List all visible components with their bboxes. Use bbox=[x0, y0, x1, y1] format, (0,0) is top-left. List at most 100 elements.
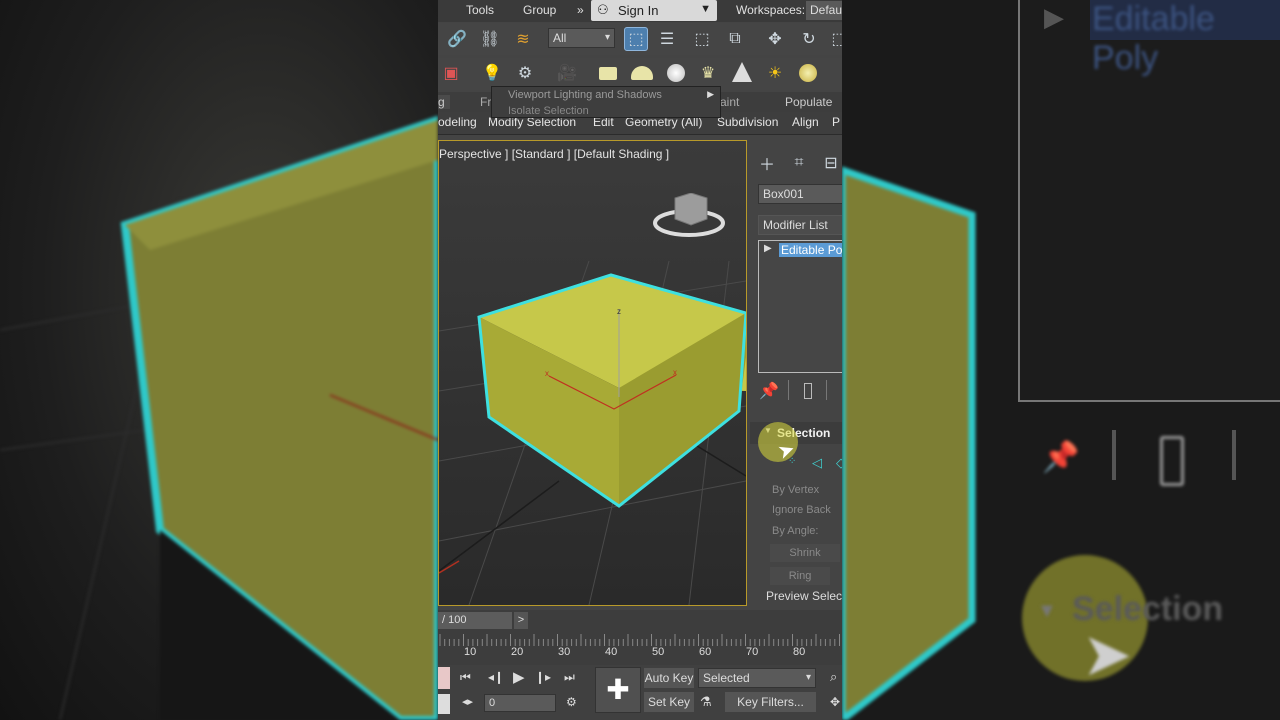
vertex-mode-icon[interactable]: ⁘ bbox=[788, 456, 796, 467]
workspaces-select[interactable]: Defau bbox=[806, 1, 842, 20]
create-tab-icon[interactable]: ＋ bbox=[756, 152, 778, 174]
panel-properties[interactable]: P bbox=[832, 115, 840, 129]
tick-label: 80 bbox=[793, 646, 806, 658]
object-name-field[interactable]: Box001 bbox=[758, 184, 842, 204]
tooltip-viewport-lighting[interactable]: Viewport Lighting and Shadows bbox=[508, 89, 662, 101]
go-to-start-icon[interactable]: ⏮ bbox=[460, 670, 471, 685]
time-slider[interactable]: / 100 bbox=[438, 612, 512, 629]
show-end-result-icon[interactable] bbox=[804, 383, 812, 399]
background-expand-icon: ▶ bbox=[1044, 2, 1064, 32]
render-setup-icon[interactable]: ⚙ bbox=[514, 62, 536, 84]
chevron-down-icon: ▼ bbox=[700, 3, 711, 15]
tab-modeling[interactable]: g bbox=[438, 95, 450, 109]
modifier-list-dropdown[interactable]: Modifier List bbox=[758, 215, 842, 235]
tick-label: 70 bbox=[746, 646, 759, 658]
border-mode-icon[interactable]: ◇ bbox=[836, 455, 842, 471]
set-keys-button[interactable]: ✚ bbox=[595, 667, 641, 713]
perspective-viewport[interactable]: Perspective ] [Standard ] [Default Shadi… bbox=[438, 140, 747, 606]
key-filters-icon[interactable]: ⚗ bbox=[700, 694, 712, 710]
background-cursor-icon: ➤ bbox=[1082, 621, 1133, 688]
pin-stack-icon[interactable]: 📌 bbox=[758, 380, 780, 402]
sign-in-label: Sign In bbox=[618, 3, 659, 18]
ring-button[interactable]: Ring bbox=[770, 567, 830, 585]
dome-light-icon[interactable] bbox=[631, 66, 653, 80]
tick-label: 50 bbox=[652, 646, 665, 658]
edge-mode-icon[interactable]: ◁ bbox=[812, 455, 822, 471]
shrink-button[interactable]: Shrink bbox=[770, 544, 840, 562]
rectangular-selection-icon[interactable]: ⬚ bbox=[691, 28, 713, 50]
tooltip-submenu: Viewport Lighting and Shadows ▶ Isolate … bbox=[491, 86, 721, 118]
previous-frame-icon[interactable]: ◂❙ bbox=[488, 670, 504, 684]
stack-item-editable-poly[interactable]: Editable Poly bbox=[779, 243, 842, 257]
time-slider-next-button[interactable]: > bbox=[514, 612, 528, 629]
set-key-button[interactable]: Set Key bbox=[644, 692, 694, 712]
select-object-icon[interactable]: ⬚ bbox=[624, 27, 648, 51]
tab-freeform[interactable]: Fr bbox=[480, 95, 491, 109]
background-box-zoom bbox=[0, 115, 438, 720]
background-stack-panel: ▶ Editable Poly bbox=[1018, 0, 1280, 402]
by-angle-checkbox[interactable]: By Angle: bbox=[772, 525, 818, 537]
user-icon: ⚇ bbox=[597, 2, 609, 17]
move-icon[interactable]: ✥ bbox=[764, 28, 786, 50]
hierarchy-tab-icon[interactable]: ⊟ bbox=[820, 152, 842, 174]
skylight-icon[interactable] bbox=[799, 64, 817, 82]
menu-group[interactable]: Group bbox=[523, 3, 556, 17]
tab-populate[interactable]: Populate bbox=[785, 95, 832, 109]
plane-light-icon[interactable] bbox=[599, 67, 617, 80]
app-window: Tools Group » ⚇ Sign In ▼ Workspaces: De… bbox=[438, 0, 842, 720]
scene-explorer-icon[interactable]: ▣ bbox=[440, 62, 462, 84]
key-mode-toggle-icon[interactable]: ◂▸ bbox=[462, 695, 473, 708]
key-set-dropdown[interactable]: Selected bbox=[698, 668, 816, 688]
light-lister-icon[interactable]: 💡 bbox=[481, 62, 503, 84]
svg-text:x: x bbox=[545, 369, 549, 378]
background-box-zoom-right bbox=[842, 0, 980, 720]
mini-listener[interactable] bbox=[438, 694, 450, 714]
sun-icon[interactable]: ☀ bbox=[764, 62, 786, 84]
tick-label: 10 bbox=[464, 646, 477, 658]
workspaces-label: Workspaces: bbox=[736, 3, 806, 17]
sphere-light-icon[interactable] bbox=[667, 64, 685, 82]
bind-spacewarp-icon[interactable]: ≋ bbox=[512, 28, 534, 50]
background-divider bbox=[1112, 430, 1116, 480]
window-crossing-icon[interactable]: ⧉ bbox=[724, 28, 746, 50]
animation-controls: ⏮ ◂❙ ▶ ❙▸ ⏭ ◂▸ 0 ⚙ ✚ Auto Key Set Key Se… bbox=[438, 665, 842, 720]
tick-label: 40 bbox=[605, 646, 618, 658]
select-by-name-icon[interactable]: ☰ bbox=[656, 28, 678, 50]
cone-light-icon[interactable] bbox=[732, 62, 752, 82]
zoom-icon[interactable]: ⌕ bbox=[830, 669, 837, 685]
sign-in-dropdown[interactable]: ⚇ Sign In ▼ bbox=[591, 0, 717, 21]
modify-tab-icon[interactable]: ⌗ bbox=[788, 152, 810, 174]
spot-light-icon[interactable]: ♛ bbox=[697, 62, 719, 84]
key-filters-button[interactable]: Key Filters... bbox=[725, 692, 816, 712]
rotate-icon[interactable]: ↻ bbox=[798, 28, 820, 50]
play-icon[interactable]: ▶ bbox=[513, 668, 525, 686]
menu-tools[interactable]: Tools bbox=[466, 3, 494, 17]
camera-icon[interactable]: 🎥 bbox=[556, 62, 578, 84]
next-frame-icon[interactable]: ❙▸ bbox=[535, 670, 551, 684]
pan-icon[interactable]: ✥ bbox=[830, 695, 840, 709]
unlink-icon[interactable]: ⛓ bbox=[479, 28, 501, 50]
time-configuration-icon[interactable]: ⚙ bbox=[566, 695, 577, 709]
key-mode-swatch[interactable] bbox=[438, 667, 450, 689]
expand-arrow-icon[interactable]: ▶ bbox=[764, 243, 772, 254]
menu-overflow[interactable]: » bbox=[577, 3, 584, 17]
by-vertex-checkbox[interactable]: By Vertex bbox=[772, 484, 819, 496]
track-bar-ticks[interactable] bbox=[438, 634, 842, 646]
auto-key-button[interactable]: Auto Key bbox=[644, 668, 694, 688]
panel-subdivision[interactable]: Subdivision bbox=[717, 115, 778, 129]
go-to-end-icon[interactable]: ⏭ bbox=[564, 670, 575, 685]
scale-icon[interactable]: ⬚ bbox=[828, 28, 842, 50]
svg-text:x: x bbox=[673, 368, 677, 377]
current-frame-field[interactable]: 0 bbox=[484, 694, 556, 712]
panel-modeling[interactable]: odeling bbox=[438, 115, 477, 129]
track-bar-labels: 10 20 30 40 50 60 70 80 bbox=[438, 646, 842, 662]
tab-object-paint[interactable]: aint bbox=[720, 95, 739, 109]
viewcube[interactable] bbox=[653, 192, 725, 237]
panel-align[interactable]: Align bbox=[792, 115, 819, 129]
background-right: ▶ Editable Poly 📌 Selection ▼ ➤ bbox=[842, 0, 1280, 720]
divider bbox=[788, 380, 789, 400]
ignore-backfacing-checkbox[interactable]: Ignore Back bbox=[772, 504, 831, 516]
link-icon[interactable]: 🔗 bbox=[446, 28, 468, 50]
selection-filter-dropdown[interactable]: All bbox=[548, 28, 615, 48]
tooltip-isolate-selection[interactable]: Isolate Selection bbox=[508, 105, 589, 117]
